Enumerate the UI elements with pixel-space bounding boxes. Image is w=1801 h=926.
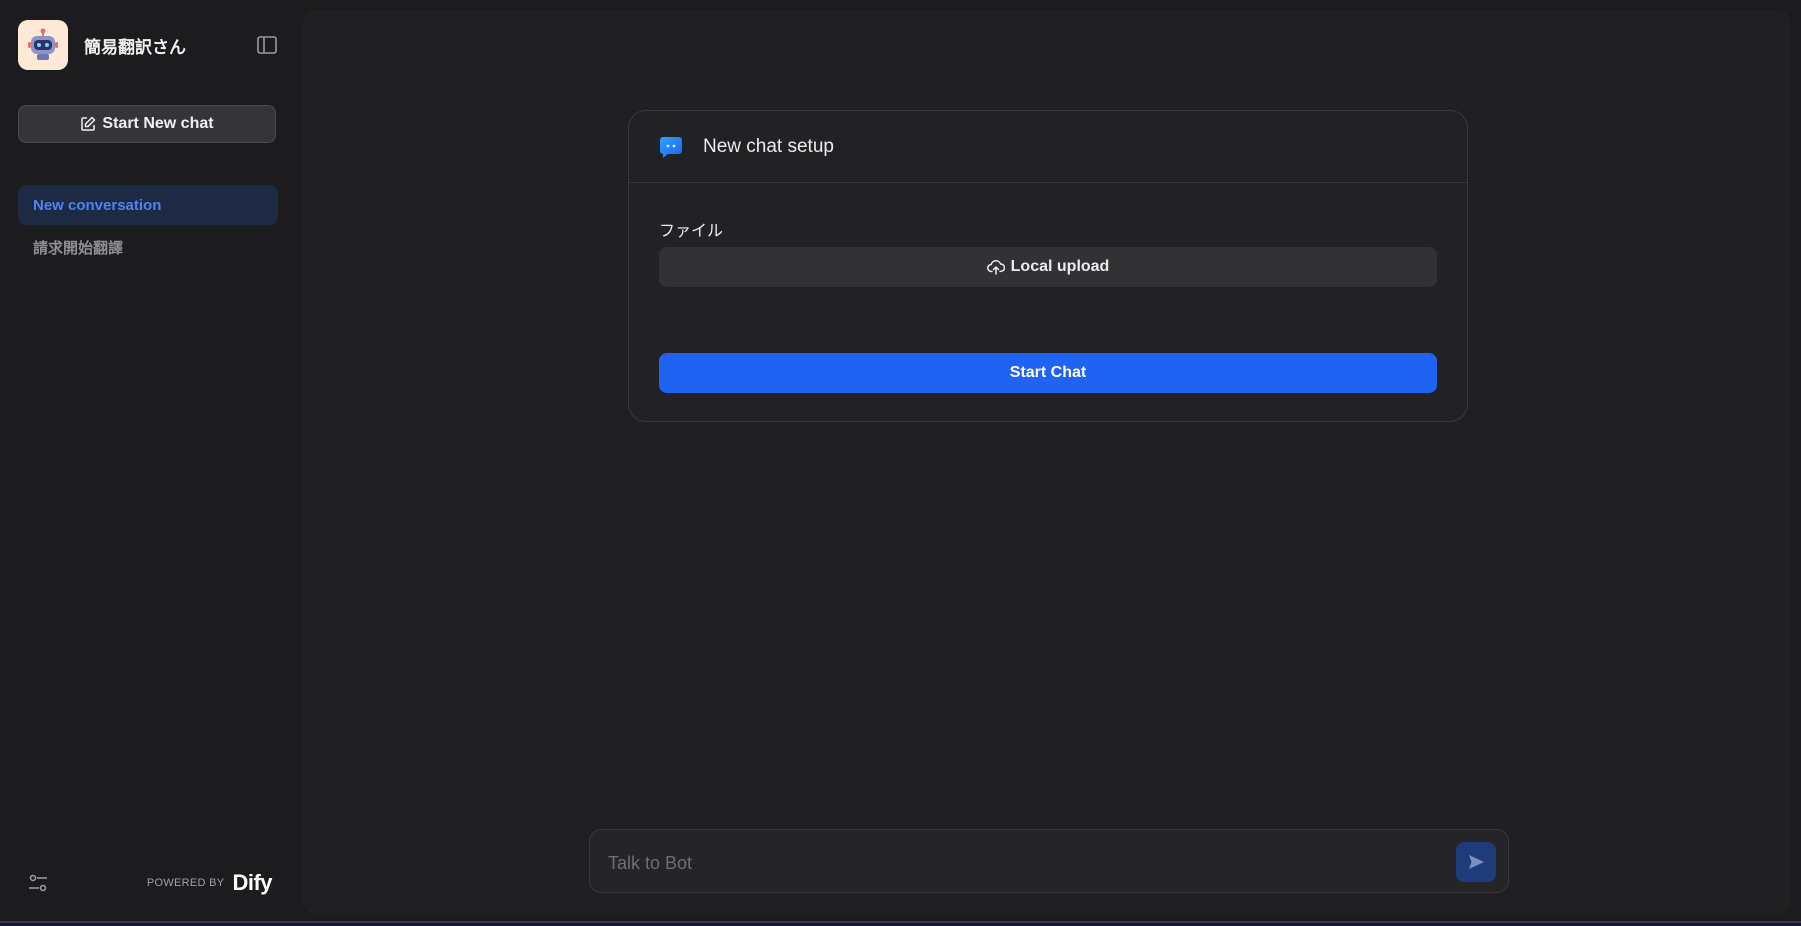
local-upload-button[interactable]: Local upload [659, 247, 1437, 287]
edit-icon [81, 116, 96, 131]
card-header: New chat setup [629, 111, 1467, 183]
sidebar-footer: POWERED BY Dify [18, 866, 278, 900]
powered-by: POWERED BY Dify [146, 870, 273, 896]
app-title: 簡易翻訳さん [84, 37, 186, 57]
local-upload-label: Local upload [1010, 258, 1110, 275]
dify-logo: Dify [232, 870, 272, 895]
start-new-chat-button[interactable]: Start New chat [18, 105, 276, 143]
app-header: 簡易翻訳さん [18, 20, 278, 70]
powered-by-label: POWERED BY [146, 877, 225, 889]
card-title: New chat setup [703, 135, 834, 157]
sidebar-toggle-icon[interactable] [256, 35, 278, 55]
start-chat-button[interactable]: Start Chat [659, 353, 1437, 393]
chat-input[interactable] [606, 848, 1430, 878]
conversation-item-new[interactable]: New conversation [18, 185, 278, 225]
chat-bubble-icon [659, 135, 683, 159]
robot-icon [18, 20, 68, 70]
conversation-label: New conversation [33, 196, 162, 214]
settings-sliders-icon[interactable] [18, 866, 58, 900]
new-chat-setup-card: New chat setup ファイル Local upload Start C… [628, 110, 1468, 422]
conversation-label: 請求開始翻譯 [33, 239, 124, 257]
file-field-label: ファイル [659, 223, 724, 240]
start-chat-label: Start Chat [1009, 364, 1087, 381]
conversation-list: New conversation 請求開始翻譯 [18, 185, 278, 269]
send-button[interactable] [1456, 842, 1496, 882]
cloud-upload-icon [986, 260, 1005, 275]
main-panel: New chat setup ファイル Local upload Start C… [303, 10, 1791, 915]
chat-input-box [589, 829, 1509, 893]
sidebar: 簡易翻訳さん Start New chat New conversation 請… [0, 0, 300, 926]
start-new-chat-label: Start New chat [102, 115, 214, 132]
send-icon [1469, 855, 1484, 869]
bottom-edge [0, 921, 1801, 926]
conversation-item[interactable]: 請求開始翻譯 [18, 227, 278, 267]
